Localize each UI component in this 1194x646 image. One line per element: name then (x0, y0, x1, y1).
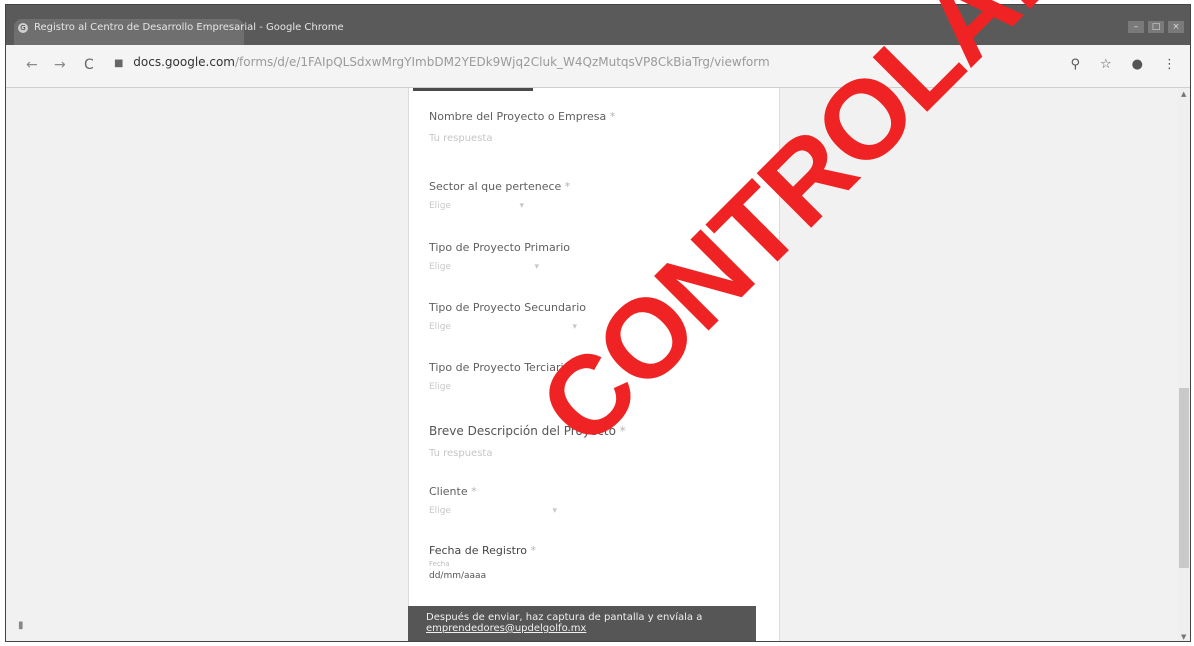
chevron-down-icon: ▾ (519, 201, 524, 211)
select-value: Elige (429, 201, 451, 211)
text-input[interactable]: Tu respuesta (429, 133, 615, 144)
select-value: Elige (429, 382, 451, 392)
toolbar-actions: ⚲ ☆ ● ⋮ (1070, 57, 1176, 72)
required-marker: * (471, 485, 477, 498)
dropdown-select[interactable]: Elige ▾ (429, 322, 577, 332)
field-label: Nombre del Proyecto o Empresa (429, 110, 607, 123)
url-domain: docs.google.com (133, 55, 235, 69)
date-hint: Fecha (429, 560, 450, 568)
zoom-icon[interactable]: ⚲ (1070, 57, 1080, 72)
feedback-icon[interactable]: ▮ (18, 620, 24, 631)
select-value: Elige (429, 506, 451, 516)
notice-banner: Después de enviar, haz captura de pantal… (408, 606, 756, 641)
back-icon[interactable]: ← (26, 57, 38, 73)
required-marker: * (530, 544, 537, 557)
scrollbar-thumb[interactable] (1179, 388, 1189, 568)
chevron-down-icon: ▾ (534, 262, 539, 272)
required-marker: * (609, 110, 616, 123)
date-input[interactable]: dd/mm/aaaa (429, 571, 536, 581)
banner-email-link[interactable]: emprendedores@updelgolfo.mx (426, 623, 756, 634)
field-nombre-proyecto: Nombre del Proyecto o Empresa * Tu respu… (429, 110, 615, 144)
chevron-down-icon: ▾ (552, 506, 557, 516)
bookmark-star-icon[interactable]: ☆ (1100, 57, 1112, 72)
menu-icon[interactable]: ⋮ (1163, 57, 1176, 72)
field-label: Tipo de Proyecto Secundario (429, 301, 586, 314)
field-tipo-secundario: Tipo de Proyecto Secundario Elige ▾ (429, 301, 586, 332)
dropdown-select[interactable]: Elige ▾ (429, 506, 557, 516)
favicon-icon: G (18, 23, 28, 33)
banner-text: Después de enviar, haz captura de pantal… (426, 612, 703, 623)
window-title: Registro al Centro de Desarrollo Empresa… (34, 22, 344, 33)
page-scrollbar[interactable]: ▲ ▼ (1178, 88, 1190, 641)
field-label: Fecha de Registro (429, 544, 528, 557)
required-marker: * (564, 180, 571, 193)
card-top-accent (413, 88, 533, 91)
dropdown-select[interactable]: Elige ▾ (429, 201, 524, 211)
field-label: Sector al que pertenece (429, 180, 562, 193)
field-label: Tipo de Proyecto Primario (429, 241, 570, 254)
minimize-button[interactable]: – (1128, 21, 1144, 33)
reload-icon[interactable]: C (84, 57, 94, 73)
scroll-up-icon[interactable]: ▲ (1181, 90, 1186, 98)
field-fecha-registro: Fecha de Registro * Fecha dd/mm/aaaa (429, 544, 536, 581)
address-bar[interactable]: ■ docs.google.com/forms/d/e/1FAIpQLSdxwM… (114, 55, 770, 69)
field-cliente: Cliente * Elige ▾ (429, 485, 557, 516)
field-tipo-primario: Tipo de Proyecto Primario Elige ▾ (429, 241, 570, 272)
select-value: Elige (429, 262, 451, 272)
field-label: Cliente (429, 485, 468, 498)
profile-icon[interactable]: ● (1132, 57, 1143, 72)
lock-icon: ■ (114, 58, 124, 69)
close-button[interactable]: × (1168, 21, 1184, 33)
dropdown-select[interactable]: Elige ▾ (429, 262, 539, 272)
field-sector: Sector al que pertenece * Elige ▾ (429, 180, 570, 211)
forward-icon[interactable]: → (54, 57, 66, 73)
maximize-button[interactable]: □ (1148, 21, 1164, 33)
url-path: /forms/d/e/1FAIpQLSdxwMrgYImbDM2YEDk9Wjq… (234, 55, 770, 69)
scroll-down-icon[interactable]: ▼ (1181, 633, 1186, 641)
window-controls: – □ × (1128, 21, 1184, 33)
select-value: Elige (429, 322, 451, 332)
